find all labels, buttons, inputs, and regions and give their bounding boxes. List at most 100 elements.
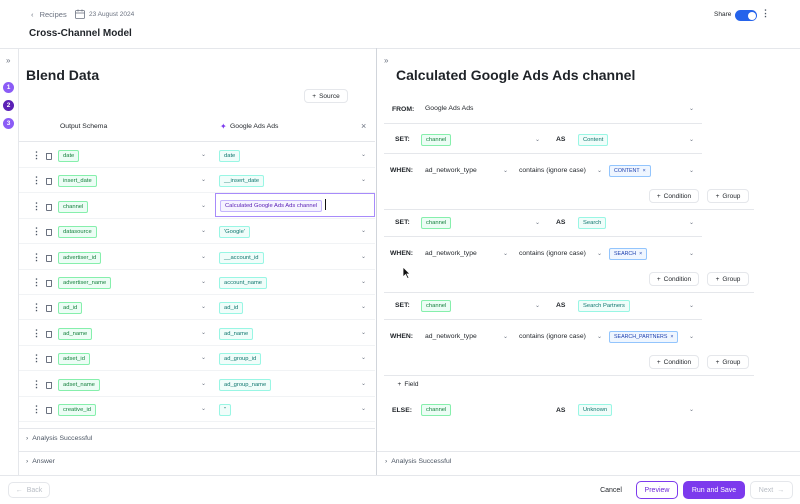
chevron-down-icon[interactable]: ⌄ xyxy=(361,278,366,285)
add-group-button[interactable]: + Group xyxy=(707,272,749,286)
answer-section[interactable]: › Answer xyxy=(26,458,55,465)
add-condition-label: Condition xyxy=(663,275,692,283)
add-condition-button[interactable]: + Condition xyxy=(649,355,699,369)
else-field-select[interactable]: channel xyxy=(420,402,542,418)
chevron-down-icon[interactable]: ⌄ xyxy=(201,202,206,209)
as-value-select[interactable]: Search ⌄ xyxy=(578,215,696,231)
trash-icon[interactable] xyxy=(46,153,52,160)
step-1[interactable]: 1 xyxy=(3,82,14,93)
drag-handle-icon[interactable]: ⋮ xyxy=(32,227,41,236)
operator-select[interactable]: contains (ignore case) ⌄ xyxy=(514,163,604,179)
drag-handle-icon[interactable]: ⋮ xyxy=(32,303,41,312)
trash-icon[interactable] xyxy=(46,204,52,211)
add-source-button[interactable]: + Source xyxy=(304,89,348,103)
cancel-label: Cancel xyxy=(600,486,622,494)
chevron-down-icon[interactable]: ⌄ xyxy=(201,329,206,336)
row-divider xyxy=(19,243,375,244)
set-field-select[interactable]: channel ⌄ xyxy=(420,298,542,314)
operator-select[interactable]: contains (ignore case) ⌄ xyxy=(514,246,604,262)
operator-value: contains (ignore case) xyxy=(519,250,586,257)
schema-field-tag: advertiser_id xyxy=(58,252,102,264)
chevron-down-icon[interactable]: ⌄ xyxy=(361,380,366,387)
share-toggle[interactable] xyxy=(735,10,757,21)
add-group-button[interactable]: + Group xyxy=(707,189,749,203)
expand-sidebar-icon[interactable]: » xyxy=(6,56,10,65)
step-3[interactable]: 3 xyxy=(3,118,14,129)
chevron-down-icon[interactable]: ⌄ xyxy=(361,303,366,310)
drag-handle-icon[interactable]: ⋮ xyxy=(32,329,41,338)
drag-handle-icon[interactable]: ⋮ xyxy=(32,380,41,389)
drag-handle-icon[interactable]: ⋮ xyxy=(32,354,41,363)
value-tag: ad_name xyxy=(219,328,254,340)
back-button[interactable]: ← Back xyxy=(8,482,50,498)
drag-handle-icon[interactable]: ⋮ xyxy=(32,405,41,414)
right-analysis-section[interactable]: › Analysis Successful xyxy=(385,458,451,465)
remove-chip-icon[interactable]: × xyxy=(639,250,642,258)
drag-handle-icon[interactable]: ⋮ xyxy=(32,176,41,185)
left-analysis-section[interactable]: › Analysis Successful xyxy=(26,435,92,442)
chevron-down-icon[interactable]: ⌄ xyxy=(361,151,366,158)
match-chip: CONTENT × xyxy=(609,165,651,177)
chevron-down-icon[interactable]: ⌄ xyxy=(361,227,366,234)
set-field-select[interactable]: channel ⌄ xyxy=(420,215,542,231)
trash-icon[interactable] xyxy=(46,280,52,287)
row-divider xyxy=(19,345,375,346)
drag-handle-icon[interactable]: ⋮ xyxy=(32,278,41,287)
chevron-down-icon[interactable]: ⌄ xyxy=(361,329,366,336)
chevron-down-icon[interactable]: ⌄ xyxy=(201,303,206,310)
trash-icon[interactable] xyxy=(46,178,52,185)
as-value-select[interactable]: Search Partners ⌄ xyxy=(578,298,696,314)
drag-handle-icon[interactable]: ⋮ xyxy=(32,202,41,211)
trash-icon[interactable] xyxy=(46,255,52,262)
close-icon[interactable]: × xyxy=(361,121,366,131)
next-button[interactable]: Next → xyxy=(750,481,793,499)
cancel-button[interactable]: Cancel xyxy=(591,482,631,498)
chevron-down-icon[interactable]: ⌄ xyxy=(201,354,206,361)
when-field-select[interactable]: ad_network_type ⌄ xyxy=(420,329,510,345)
step-2[interactable]: 2 xyxy=(3,100,14,111)
chevron-down-icon[interactable]: ⌄ xyxy=(201,151,206,158)
breadcrumb[interactable]: ‹ Recipes xyxy=(31,10,67,19)
when-field-select[interactable]: ad_network_type ⌄ xyxy=(420,246,510,262)
add-group-button[interactable]: + Group xyxy=(707,355,749,369)
chevron-down-icon[interactable]: ⌄ xyxy=(201,380,206,387)
else-value-select[interactable]: Unknown ⌄ xyxy=(578,402,696,418)
chevron-down-icon[interactable]: ⌄ xyxy=(201,227,206,234)
value-editor[interactable]: Calculated Google Ads Ads channel xyxy=(215,193,375,217)
preview-button[interactable]: Preview xyxy=(636,481,678,499)
chevron-down-icon[interactable]: ⌄ xyxy=(201,278,206,285)
run-and-save-button[interactable]: Run and Save xyxy=(683,481,745,499)
chevron-down-icon[interactable]: ⌄ xyxy=(201,405,206,412)
row-divider xyxy=(384,236,702,237)
add-condition-button[interactable]: + Condition xyxy=(649,189,699,203)
chevron-down-icon[interactable]: ⌄ xyxy=(361,253,366,260)
chevron-down-icon[interactable]: ⌄ xyxy=(201,176,206,183)
match-value-input[interactable]: CONTENT × ⌄ xyxy=(608,163,696,179)
chevron-down-icon[interactable]: ⌄ xyxy=(361,354,366,361)
chevron-down-icon[interactable]: ⌄ xyxy=(361,405,366,412)
match-value-input[interactable]: SEARCH × ⌄ xyxy=(608,246,696,262)
chevron-down-icon[interactable]: ⌄ xyxy=(361,176,366,183)
trash-icon[interactable] xyxy=(46,356,52,363)
as-value-select[interactable]: Content ⌄ xyxy=(578,132,696,148)
match-value-input[interactable]: SEARCH_PARTNERS × ⌄ xyxy=(608,329,696,345)
operator-select[interactable]: contains (ignore case) ⌄ xyxy=(514,329,604,345)
remove-chip-icon[interactable]: × xyxy=(670,333,673,341)
breadcrumb-recipes[interactable]: Recipes xyxy=(40,10,67,19)
when-field-select[interactable]: ad_network_type ⌄ xyxy=(420,163,510,179)
collapse-panel-icon[interactable]: » xyxy=(384,56,388,65)
drag-handle-icon[interactable]: ⋮ xyxy=(32,253,41,262)
set-field-select[interactable]: channel ⌄ xyxy=(420,132,542,148)
drag-handle-icon[interactable]: ⋮ xyxy=(32,151,41,160)
trash-icon[interactable] xyxy=(46,305,52,312)
add-condition-button[interactable]: + Condition xyxy=(649,272,699,286)
remove-chip-icon[interactable]: × xyxy=(643,167,646,175)
chevron-down-icon[interactable]: ⌄ xyxy=(201,253,206,260)
trash-icon[interactable] xyxy=(46,229,52,236)
trash-icon[interactable] xyxy=(46,407,52,414)
trash-icon[interactable] xyxy=(46,382,52,389)
trash-icon[interactable] xyxy=(46,331,52,338)
more-menu-icon[interactable]: ⋮ xyxy=(761,9,770,18)
add-field-button[interactable]: + Field xyxy=(390,377,426,391)
from-select[interactable]: Google Ads Ads ⌄ xyxy=(420,101,696,117)
